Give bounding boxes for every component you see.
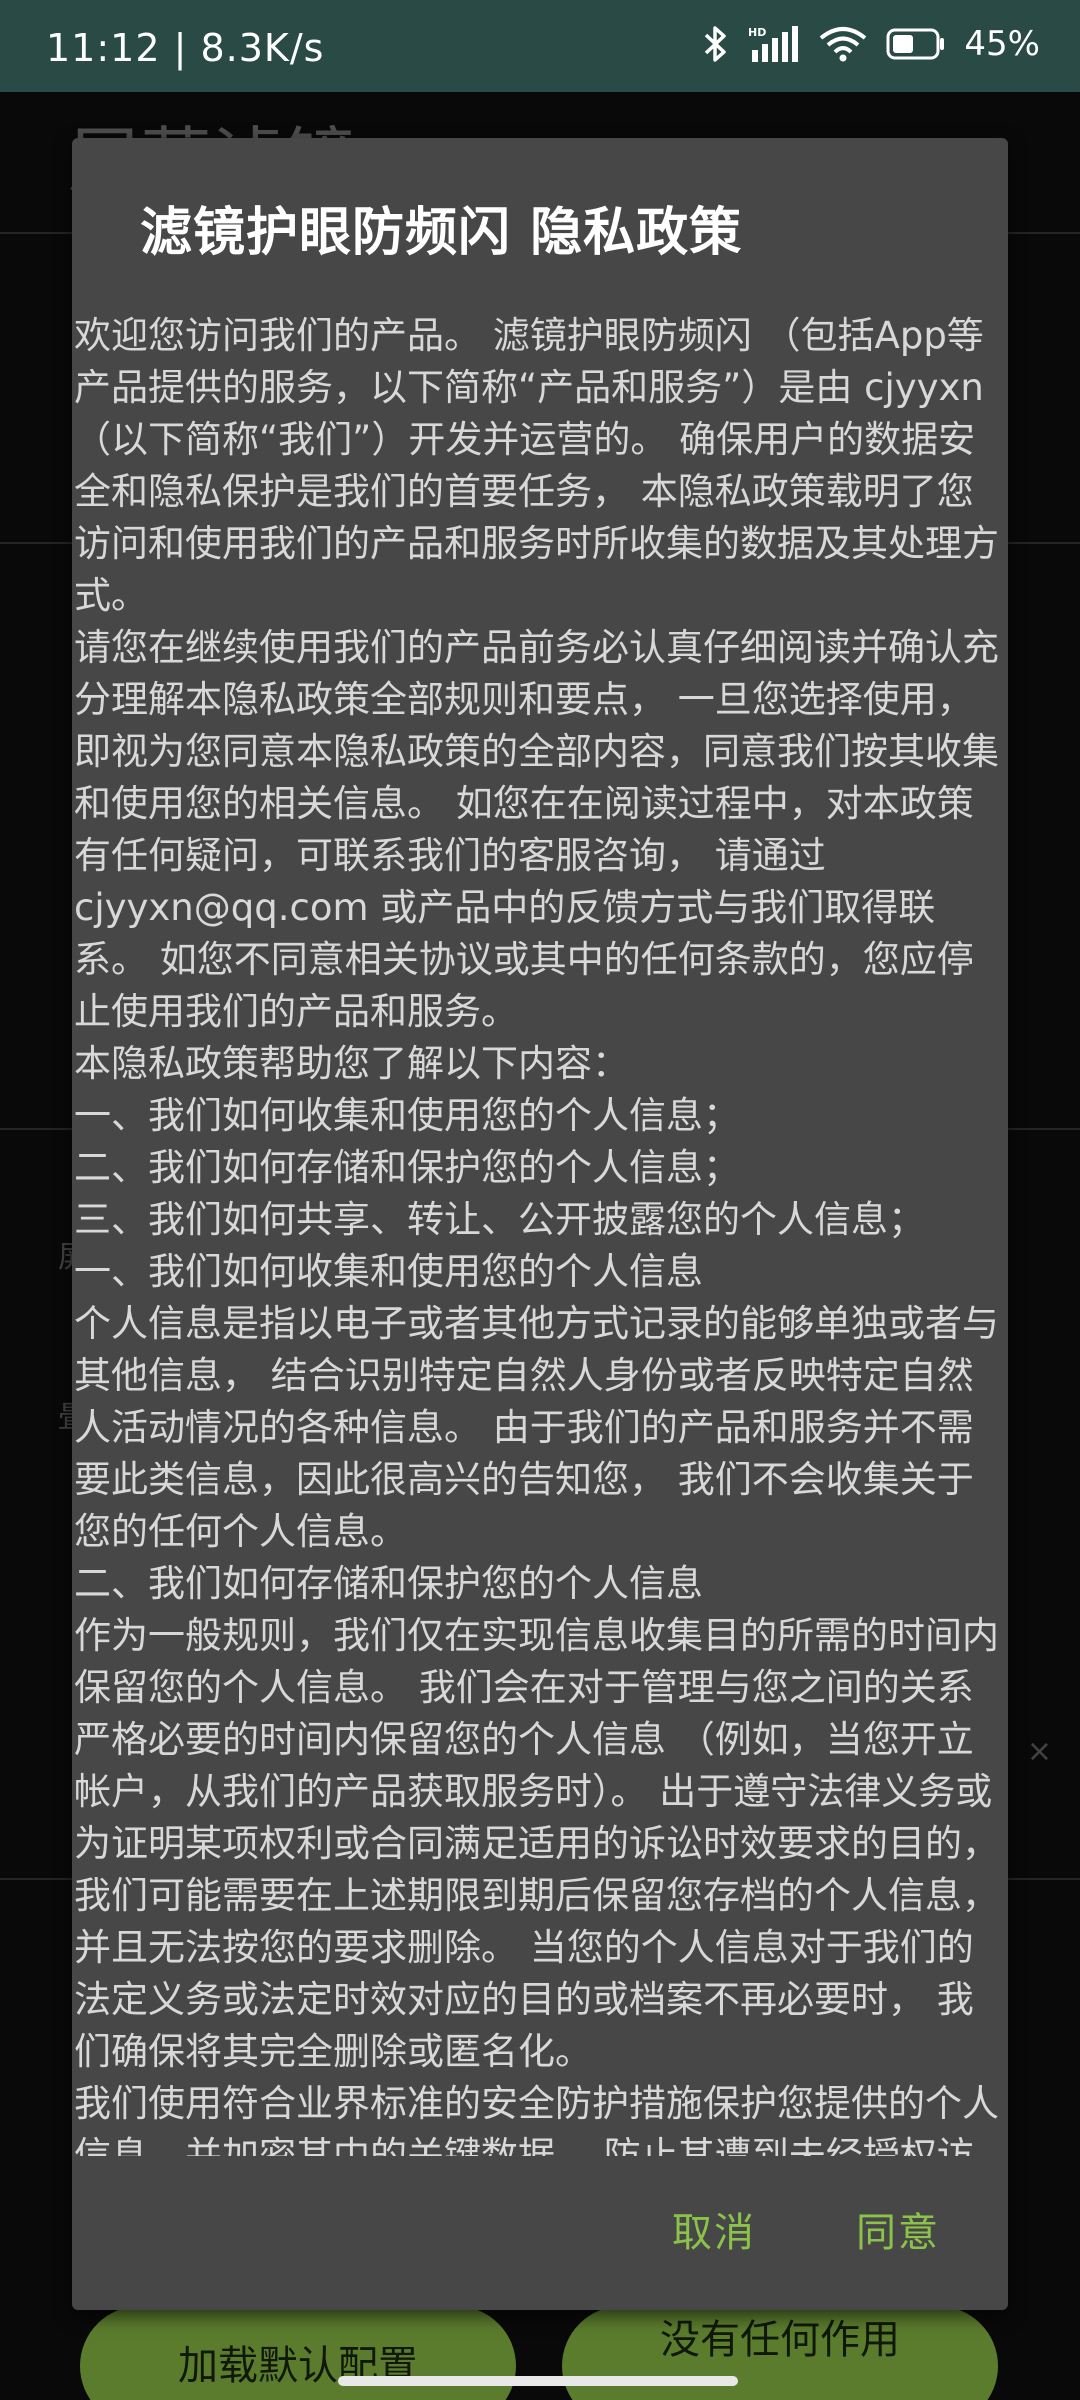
policy-paragraph: 二、我们如何存储和保护您的个人信息；: [74, 1146, 740, 1189]
policy-paragraph: 本隐私政策帮助您了解以下内容：: [74, 1042, 629, 1085]
policy-paragraph: 作为一般规则，我们仅在实现信息收集目的所需的时间内保留您的个人信息。 我们会在对…: [74, 1614, 999, 2073]
dialog-actions: 取消 同意: [672, 2200, 940, 2258]
policy-paragraph: 我们使用符合业界标准的安全防护措施保护您提供的个人信息，并加密其中的关键数据， …: [74, 2082, 999, 2156]
status-bar: 11:12 | 8.3K/s HD 45%: [0, 0, 1080, 92]
policy-paragraph: 欢迎您访问我们的产品。 滤镜护眼防频闪 （包括App等产品提供的服务，以下简称“…: [74, 314, 999, 617]
policy-paragraph: 二、我们如何存储和保护您的个人信息: [74, 1562, 703, 1605]
policy-paragraph: 请您在继续使用我们的产品前务必认真仔细阅读并确认充分理解本隐私政策全部规则和要点…: [74, 626, 999, 1033]
policy-paragraph: 三、我们如何共享、转让、公开披露您的个人信息；: [74, 1198, 925, 1241]
screen: 屏幕滤镜 屏 畳 × 加载默认配置 没有任何作用 11:12 | 8.3K/s …: [0, 0, 1080, 2400]
dialog-title: 滤镜护眼防频闪 隐私政策: [140, 203, 743, 263]
agree-button[interactable]: 同意: [856, 2200, 940, 2258]
status-left: 11:12 | 8.3K/s: [46, 26, 324, 70]
wifi-icon: [818, 24, 868, 64]
signal-icon: HD: [748, 24, 800, 64]
policy-paragraph: 一、我们如何收集和使用您的个人信息；: [74, 1094, 740, 1137]
privacy-policy-dialog: 滤镜护眼防频闪 隐私政策 欢迎您访问我们的产品。 滤镜护眼防频闪 （包括App等…: [72, 138, 1008, 2310]
gesture-bar[interactable]: [338, 2376, 738, 2386]
battery-percent: 45%: [964, 24, 1040, 64]
bluetooth-icon: [700, 24, 730, 64]
status-icons: HD 45%: [700, 24, 1040, 64]
battery-icon: [886, 27, 946, 61]
policy-paragraph: 个人信息是指以电子或者其他方式记录的能够单独或者与其他信息， 结合识别特定自然人…: [74, 1302, 999, 1553]
policy-paragraph: 一、我们如何收集和使用您的个人信息: [74, 1250, 703, 1293]
network-speed: 8.3K/s: [200, 26, 325, 70]
dialog-body[interactable]: 欢迎您访问我们的产品。 滤镜护眼防频闪 （包括App等产品提供的服务，以下简称“…: [72, 310, 1008, 2156]
cancel-button[interactable]: 取消: [672, 2200, 756, 2258]
status-time: 11:12: [46, 26, 161, 70]
status-divider: |: [173, 26, 201, 70]
svg-text:HD: HD: [748, 26, 766, 39]
